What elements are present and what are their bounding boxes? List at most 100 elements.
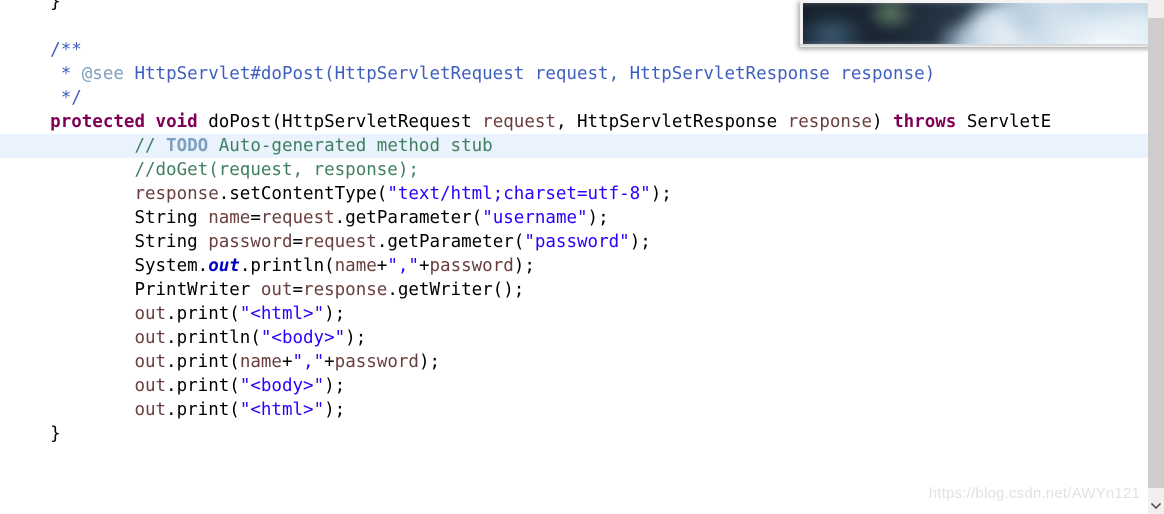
code-token-field: out [208,256,240,276]
code-token-plain: PrintWriter [134,280,261,300]
code-line[interactable]: response.setContentType("text/html;chars… [0,182,1148,206]
code-token-cmt: Auto-generated method stub [208,136,493,156]
code-token-plain: .setContentType( [218,184,388,204]
code-token-param: request [303,232,377,252]
code-token-plain: ); [650,184,672,204]
code-token-param: out [134,400,167,420]
code-line[interactable]: } [0,422,1148,446]
code-token-jdoc-lnk: HttpServlet#doPost(HttpServletRequest re… [123,64,936,84]
code-token-str: "," [387,256,419,276]
code-token-plain: .print( [166,376,240,396]
code-token-plain: } [50,0,61,12]
code-token-plain: .print( [166,400,240,420]
code-line[interactable]: out.print(name+","+password); [0,350,1148,374]
code-lines-container[interactable]: } /** * @see HttpServlet#doPost(HttpServ… [0,0,1148,446]
code-token-param: out [134,376,167,396]
vertical-scrollbar[interactable] [1148,0,1164,514]
code-line[interactable]: * @see HttpServlet#doPost(HttpServletReq… [0,62,1148,86]
code-token-str: "," [292,352,325,372]
code-token-kw: throws [893,112,957,132]
code-token-plain: + [324,352,335,372]
video-frame-top-border [800,0,1164,3]
code-token-plain: String [134,208,209,228]
code-token-plain: = [292,232,304,252]
code-token-plain: String [134,232,209,252]
code-token-plain: doPost(HttpServletRequest [197,112,483,132]
code-token-str: "username" [482,208,588,228]
code-token-plain: ); [587,208,609,228]
scrollbar-thumb[interactable] [1148,18,1164,488]
code-editor[interactable]: } /** * @see HttpServlet#doPost(HttpServ… [0,0,1148,514]
code-token-cmt: // [134,136,167,156]
code-token-plain: = [292,280,304,300]
code-line[interactable]: out.print("<html>"); [0,398,1148,422]
code-token-param: name [334,256,377,276]
code-line[interactable]: String name=request.getParameter("userna… [0,206,1148,230]
code-token-plain: ); [629,232,651,252]
code-token-str: "<body>" [239,376,325,396]
code-token-str: "<html>" [239,304,325,324]
code-token-kw: void [155,112,198,132]
code-token-plain: ); [513,256,535,276]
code-token-plain: ); [418,352,441,372]
code-token-plain: .println( [239,256,335,276]
code-line[interactable]: String password=request.getParameter("pa… [0,230,1148,254]
code-line[interactable]: //doGet(request, response); [0,158,1148,182]
code-line[interactable]: System.out.println(name+","+password); [0,254,1148,278]
code-token-jdoc-tag: @see [81,64,124,84]
code-token-kw: protected [50,112,145,132]
code-token-plain: .getParameter( [334,208,483,228]
code-token-todo: TODO [166,136,209,156]
code-token-plain: .getWriter(); [387,280,525,300]
code-token-param: response [303,280,388,300]
code-token-plain: ); [324,376,346,396]
code-token-param: name [208,208,251,228]
code-token-plain: ServletE [956,112,1052,132]
code-token-plain: .println( [166,328,261,348]
code-line[interactable]: PrintWriter out=response.getWriter(); [0,278,1148,302]
code-line[interactable]: out.println("<body>"); [0,326,1148,350]
code-line[interactable]: protected void doPost(HttpServletRequest… [0,110,1148,134]
code-token-param: out [134,328,167,348]
code-token-plain: ); [324,400,346,420]
code-token-plain: .print( [166,304,240,324]
code-token-plain: ) [872,112,894,132]
video-frame-bottom-border [800,44,1164,47]
code-token-cmt: //doGet(request, response); [134,160,419,180]
code-line[interactable]: out.print("<html>"); [0,302,1148,326]
code-line[interactable]: */ [0,86,1148,110]
code-token-param: request [260,208,335,228]
code-token-param: password [334,352,419,372]
code-token-param: response [134,184,219,204]
floating-video-thumbnail[interactable] [800,0,1164,47]
code-token-param: out [260,280,293,300]
code-token-plain: = [250,208,261,228]
code-token-plain: .print( [166,352,240,372]
chevron-down-icon[interactable] [1148,497,1164,514]
code-token-plain: + [418,256,430,276]
code-line[interactable]: // TODO Auto-generated method stub [0,134,1148,158]
code-token-plain: } [50,424,61,444]
code-token-plain: ); [345,328,367,348]
code-token-str: "<body>" [260,328,346,348]
code-line[interactable]: out.print("<body>"); [0,374,1148,398]
code-token-str: "password" [524,232,630,252]
code-token-jdoc: /** [50,40,82,60]
code-token-plain: + [376,256,388,276]
code-token-param: name [239,352,282,372]
video-frame-left-border [800,0,803,47]
